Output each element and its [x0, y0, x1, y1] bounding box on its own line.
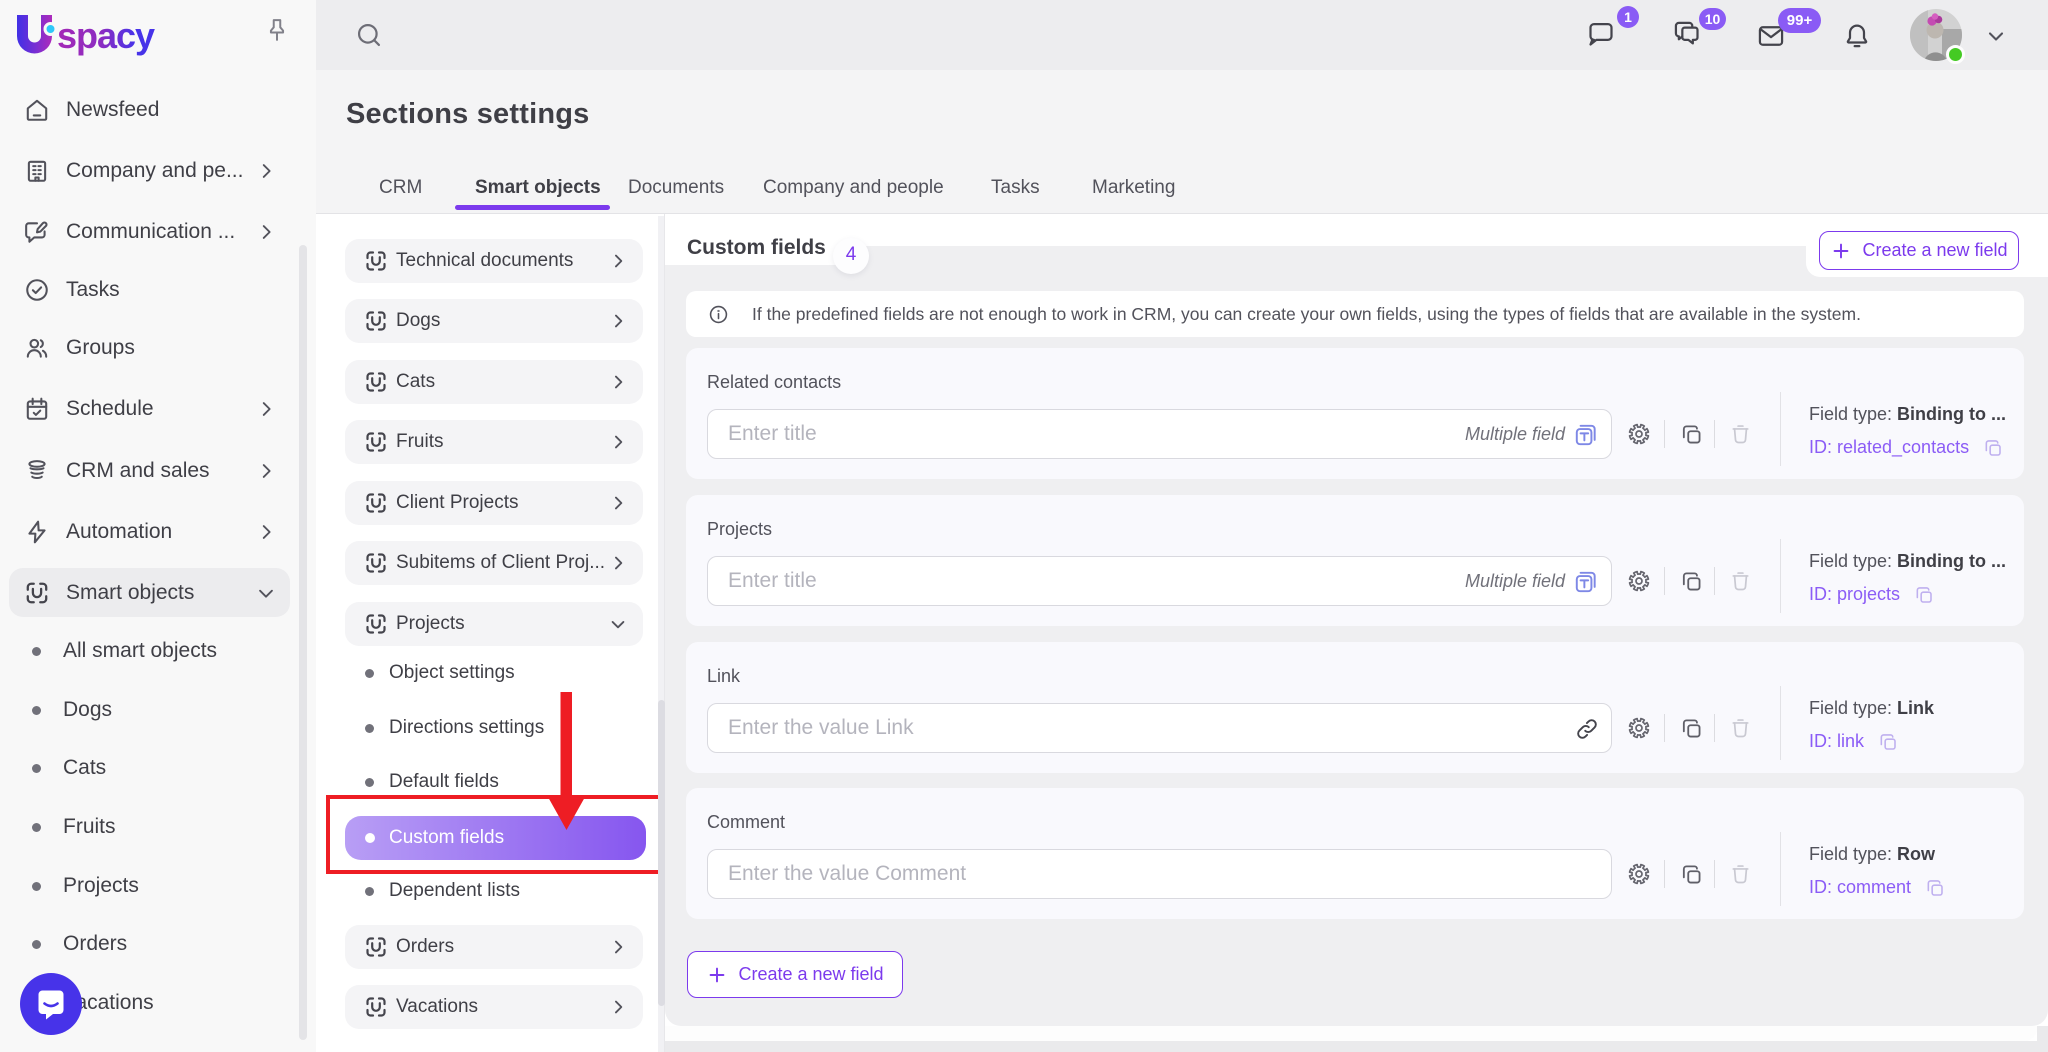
svg-text:spacy: spacy [57, 15, 155, 56]
